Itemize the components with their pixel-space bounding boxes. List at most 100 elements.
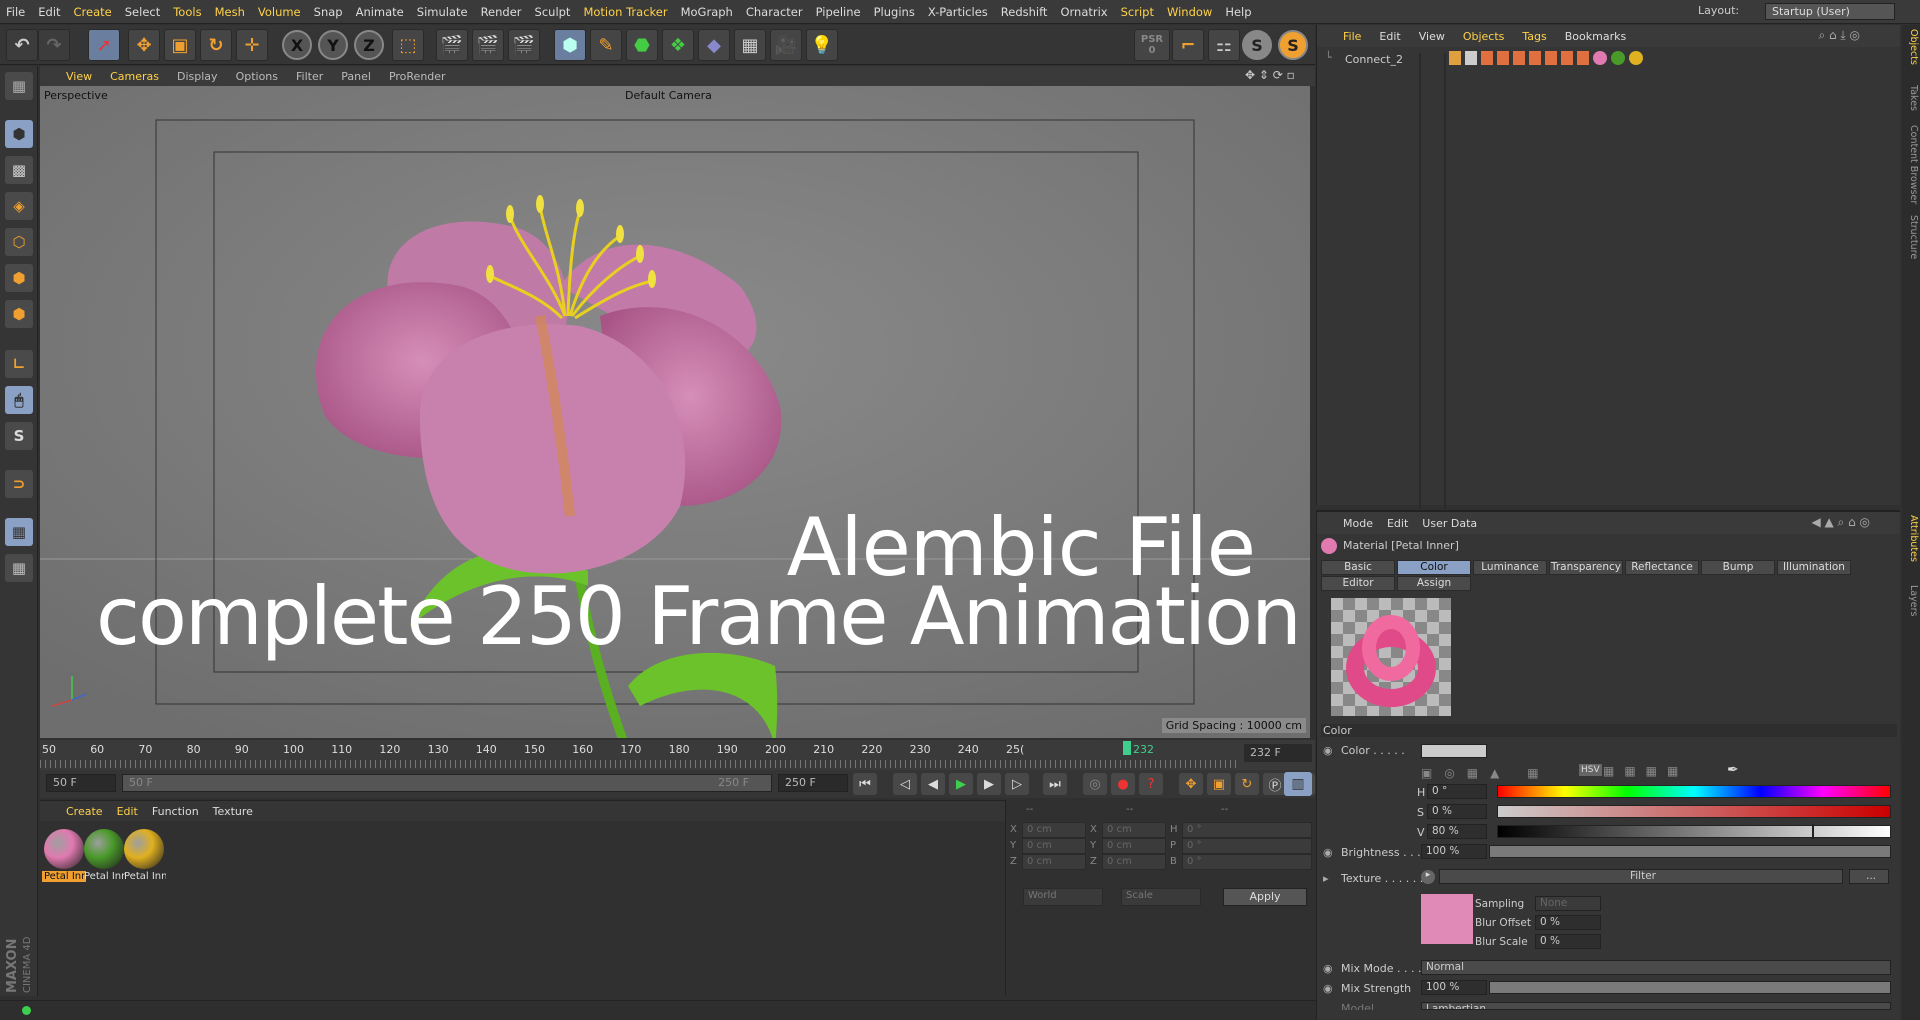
material-preview[interactable] [1331, 598, 1451, 716]
eyedropper-icon[interactable]: ✒ [1727, 762, 1739, 778]
timeline-window-icon[interactable]: ▥ [1284, 772, 1312, 796]
coord-value-field[interactable]: 0 cm [1022, 838, 1086, 854]
blur-scale-field[interactable]: 0 % [1535, 934, 1601, 949]
y-axis-lock-button[interactable]: Y [318, 30, 348, 60]
h-field[interactable]: 0 ° [1427, 784, 1487, 799]
end-frame-field[interactable]: 250 F [778, 774, 848, 792]
menu-mograph[interactable]: MoGraph [681, 5, 733, 19]
menu-ornatrix[interactable]: Ornatrix [1060, 5, 1107, 19]
tab-basic[interactable]: Basic [1321, 560, 1395, 575]
mix-strength-slider[interactable] [1489, 981, 1891, 994]
key-scale-icon[interactable]: ▣ [1207, 773, 1231, 795]
side-tab-layers[interactable]: Layers [1903, 585, 1919, 616]
mix-mode-radio-icon[interactable]: ◉ [1323, 962, 1333, 975]
tab-illumination[interactable]: Illumination [1777, 560, 1851, 575]
material-thumbnail[interactable]: Petal Inn [122, 827, 166, 883]
cube-primitive-icon[interactable]: ⬢ [554, 29, 586, 61]
material-thumbnail[interactable]: Petal Inn [82, 827, 126, 883]
x-axis-lock-button[interactable]: X [282, 30, 312, 60]
floor-icon[interactable]: ▦ [734, 29, 766, 61]
layout-select[interactable]: Startup (User) [1765, 3, 1895, 20]
viewport-nav-icons[interactable]: ✥ ⇕ ⟳ ▫ [1245, 68, 1295, 82]
viewport-menu-filter[interactable]: Filter [296, 70, 323, 83]
workplane-mode-icon[interactable]: ◈ [5, 192, 33, 220]
material-menu-edit[interactable]: Edit [117, 805, 138, 818]
object-menu-tags[interactable]: Tags [1522, 30, 1546, 43]
material-menu-function[interactable]: Function [152, 805, 199, 818]
sampling-select[interactable]: None [1535, 896, 1601, 911]
menu-tools[interactable]: Tools [173, 5, 201, 19]
coord-value-field[interactable]: 0 ° [1182, 854, 1312, 870]
tag-icon-2[interactable] [1481, 51, 1493, 65]
move-icon[interactable]: ✥ [128, 29, 160, 61]
color-mode-icons[interactable]: ▣◎▦▲ ▦ [1421, 766, 1551, 780]
tab-reflectance[interactable]: Reflectance [1625, 560, 1699, 575]
solo-layer-icon[interactable]: ▦ [5, 518, 33, 546]
redo-icon[interactable]: ↷ [38, 29, 70, 61]
model-select[interactable]: Lambertian [1421, 1002, 1891, 1010]
material-menu-create[interactable]: Create [66, 805, 103, 818]
next-key-icon[interactable]: ▷ [1005, 773, 1029, 795]
pen-spline-icon[interactable]: ✎ [590, 29, 622, 61]
brightness-slider[interactable] [1489, 845, 1891, 858]
menu-sculpt[interactable]: Sculpt [535, 5, 571, 19]
preview-range-slider[interactable]: 50 F 250 F [122, 774, 772, 792]
viewport-menu-view[interactable]: View [66, 70, 92, 83]
hsv-mode-button[interactable]: HSV [1579, 764, 1602, 776]
menu-script[interactable]: Script [1121, 5, 1154, 19]
menu-pipeline[interactable]: Pipeline [816, 5, 861, 19]
object-menu-file[interactable]: File [1343, 30, 1361, 43]
menu-render[interactable]: Render [481, 5, 522, 19]
camera-icon[interactable]: 🎥 [770, 29, 802, 61]
brightness-field[interactable]: 100 % [1421, 844, 1487, 859]
material-tag-yellow-icon[interactable] [1629, 51, 1643, 65]
record-keys-icon[interactable]: ● [1111, 773, 1135, 795]
motion-record-icon[interactable]: ◎ [1083, 773, 1107, 795]
object-row[interactable]: └ Connect_2 [1317, 51, 1901, 533]
menu-x-particles[interactable]: X-Particles [928, 5, 988, 19]
hue-slider[interactable] [1497, 785, 1891, 798]
solo-off-icon[interactable]: ▦ [5, 554, 33, 582]
mix-strength-radio-icon[interactable]: ◉ [1323, 982, 1333, 995]
model-mode-icon[interactable]: ⬢ [5, 120, 33, 148]
autokey-icon[interactable]: ? [1139, 773, 1163, 795]
go-to-end-icon[interactable]: ⏭ [1043, 773, 1067, 795]
recent-tools-icon[interactable]: ✛ [236, 29, 268, 61]
key-rotation-icon[interactable]: ↻ [1235, 773, 1259, 795]
coord-value-field[interactable]: 0 cm [1102, 854, 1166, 870]
object-manager-search-icon[interactable]: ⌕ ⌂ ⤓ ◎ [1818, 28, 1860, 43]
attribute-menu-edit[interactable]: Edit [1387, 517, 1408, 530]
tag-icon-3[interactable] [1497, 51, 1509, 65]
start-frame-field[interactable]: 50 F [46, 774, 116, 792]
snap-toggle-button[interactable]: S [1242, 30, 1272, 60]
coordinate-system-icon[interactable]: ⬚ [392, 29, 424, 61]
side-tab-objects[interactable]: Objects [1903, 29, 1919, 65]
coord-mode-select[interactable]: World [1023, 888, 1103, 906]
texture-mode-icon[interactable]: ▩ [5, 156, 33, 184]
object-menu-edit[interactable]: Edit [1379, 30, 1400, 43]
psr-button[interactable]: PSR 0 [1134, 29, 1170, 61]
texture-preview[interactable] [1421, 894, 1473, 944]
mix-strength-field[interactable]: 100 % [1421, 980, 1487, 995]
viewport-camera-label[interactable]: Default Camera [625, 89, 712, 102]
workplane-icon[interactable]: ⚏ [1208, 29, 1240, 61]
blur-offset-field[interactable]: 0 % [1535, 915, 1601, 930]
rotate-icon[interactable]: ↻ [200, 29, 232, 61]
snap-axis-icon[interactable]: ⌐ [1172, 29, 1204, 61]
value-slider-knob[interactable] [1811, 824, 1814, 839]
menu-select[interactable]: Select [125, 5, 160, 19]
tweak-mode-icon[interactable]: 🖱 [5, 386, 33, 414]
key-position-icon[interactable]: ✥ [1179, 773, 1203, 795]
tag-icon-5[interactable] [1529, 51, 1541, 65]
tag-icon[interactable] [1449, 51, 1461, 65]
coord-value-field[interactable]: 0 ° [1182, 822, 1312, 838]
z-axis-lock-button[interactable]: Z [354, 30, 384, 60]
object-tags[interactable] [1449, 51, 1643, 65]
snap-settings-button[interactable]: S [1278, 30, 1308, 60]
tab-luminance[interactable]: Luminance [1473, 560, 1547, 575]
render-settings-icon[interactable]: 🎬 [508, 29, 540, 61]
snap-mode-icon[interactable]: ⊃ [5, 470, 33, 498]
object-menu-view[interactable]: View [1419, 30, 1445, 43]
render-picture-viewer-icon[interactable]: 🎬 [472, 29, 504, 61]
axis-mode-icon[interactable]: ∟ [5, 350, 33, 378]
